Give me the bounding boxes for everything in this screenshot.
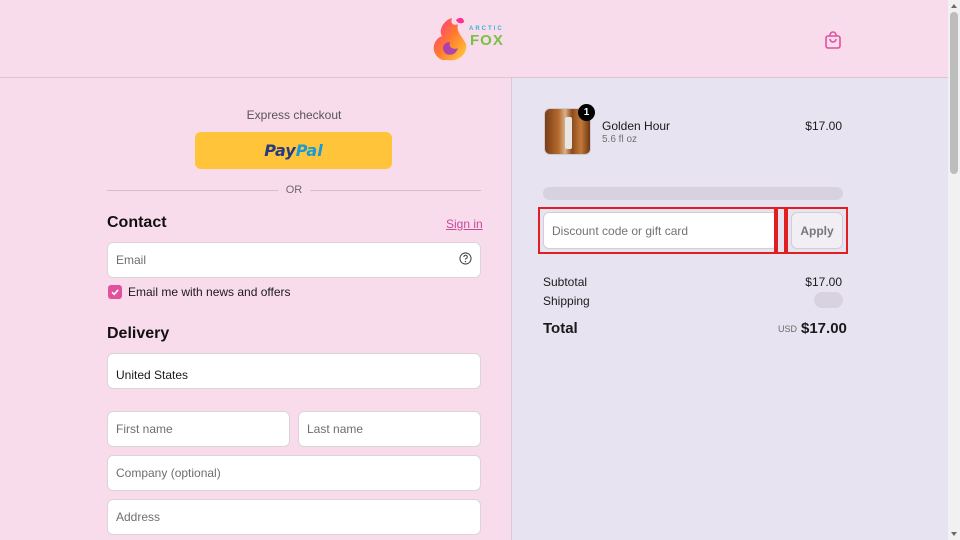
scroll-up-arrow-icon[interactable] bbox=[950, 2, 958, 10]
contact-title: Contact bbox=[107, 214, 167, 231]
last-name-field[interactable]: Last name bbox=[298, 411, 481, 447]
address-placeholder: Address bbox=[116, 510, 161, 524]
email-placeholder: Email bbox=[116, 253, 147, 267]
paypal-pay-text: Pay bbox=[264, 141, 296, 160]
highlight-box-apply bbox=[786, 207, 848, 254]
shipping-loading-skeleton bbox=[814, 292, 843, 308]
total-currency: USD bbox=[778, 324, 798, 334]
page-scrollbar[interactable] bbox=[948, 0, 960, 540]
help-circle-icon[interactable] bbox=[459, 252, 472, 265]
logo-fox-text: FOX bbox=[470, 32, 504, 49]
order-summary: 1 Golden Hour 5.6 fl oz $17.00 Discount … bbox=[511, 78, 948, 540]
checkmark-icon bbox=[111, 289, 119, 296]
highlight-box-gap bbox=[776, 207, 786, 254]
country-value: United States bbox=[116, 368, 189, 382]
total-label: Total bbox=[543, 320, 578, 337]
product-name: Golden Hour bbox=[602, 119, 671, 133]
or-label: OR bbox=[278, 184, 310, 196]
scroll-down-arrow-icon[interactable] bbox=[950, 530, 958, 538]
loading-skeleton-bar bbox=[543, 187, 843, 200]
paypal-button[interactable]: Pay Pal bbox=[195, 132, 392, 169]
checkout-form: Express checkout Pay Pal OR Contact Sign … bbox=[0, 78, 511, 540]
subtotal-value: $17.00 bbox=[805, 275, 842, 289]
first-name-placeholder: First name bbox=[116, 422, 173, 436]
paypal-pal-text: Pal bbox=[295, 141, 323, 160]
scrollbar-thumb[interactable] bbox=[950, 12, 958, 174]
product-variant: 5.6 fl oz bbox=[602, 134, 638, 145]
highlight-box-discount bbox=[538, 207, 776, 254]
country-select[interactable]: United States bbox=[107, 353, 481, 389]
shopping-bag-icon[interactable] bbox=[823, 30, 843, 50]
shipping-label: Shipping bbox=[543, 294, 590, 308]
address-field[interactable]: Address bbox=[107, 499, 481, 535]
subtotal-label: Subtotal bbox=[543, 275, 588, 289]
last-name-placeholder: Last name bbox=[307, 422, 364, 436]
quantity-badge: 1 bbox=[578, 104, 595, 121]
newsletter-label: Email me with news and offers bbox=[128, 285, 291, 299]
company-field[interactable]: Company (optional) bbox=[107, 455, 481, 491]
header: ARCTIC FOX bbox=[0, 0, 948, 78]
delivery-title: Delivery bbox=[107, 325, 170, 342]
newsletter-checkbox[interactable] bbox=[108, 285, 122, 299]
total-value: $17.00 bbox=[801, 320, 847, 337]
express-checkout-label: Express checkout bbox=[246, 108, 342, 122]
company-placeholder: Company (optional) bbox=[116, 466, 221, 480]
first-name-field[interactable]: First name bbox=[107, 411, 290, 447]
sign-in-link[interactable]: Sign in bbox=[446, 217, 483, 231]
email-field[interactable]: Email bbox=[107, 242, 481, 278]
product-price: $17.00 bbox=[805, 119, 842, 133]
product-bottle-image bbox=[565, 117, 572, 149]
newsletter-row[interactable]: Email me with news and offers bbox=[108, 285, 291, 299]
